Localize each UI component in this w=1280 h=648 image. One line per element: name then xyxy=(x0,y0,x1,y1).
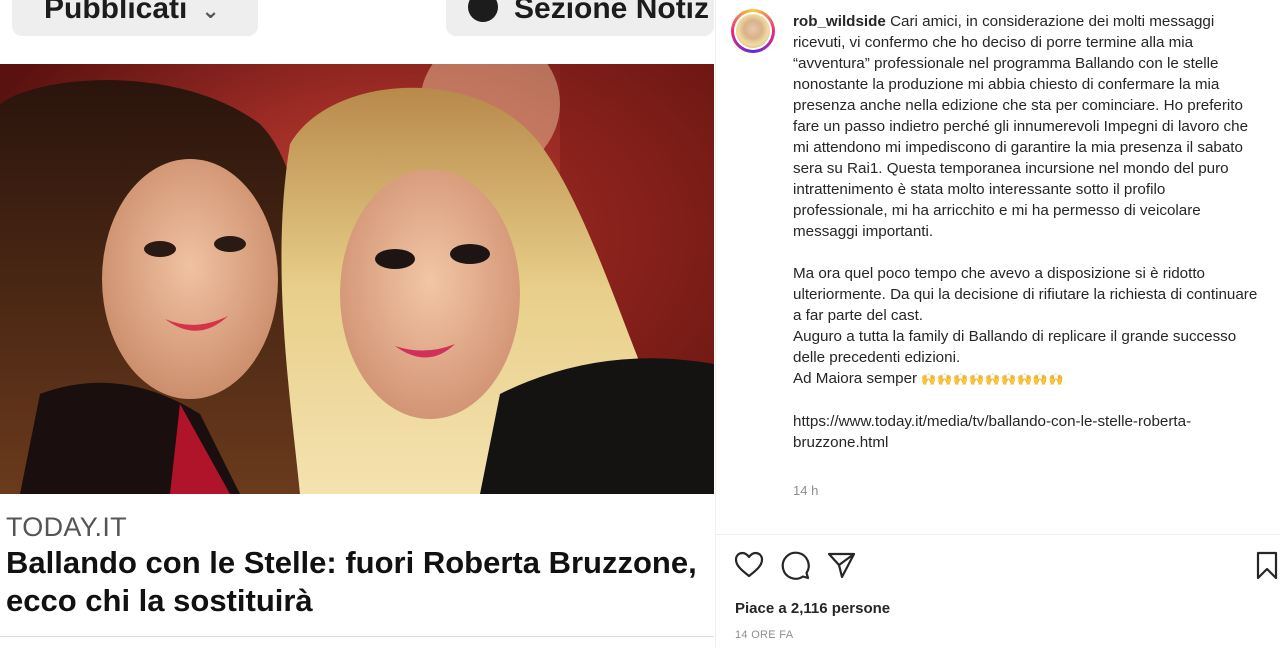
published-label: Pubblicati xyxy=(44,0,188,25)
username-link[interactable]: rob_wildside xyxy=(793,13,886,30)
heart-icon[interactable] xyxy=(732,548,766,582)
like-count[interactable]: Piace a 2,116 persone xyxy=(735,600,890,617)
avatar[interactable] xyxy=(731,9,775,53)
caption-paragraph-3: Auguro a tutta la family di Ballando di … xyxy=(793,328,1237,366)
news-section-label: Sezione Notiz xyxy=(514,0,710,25)
article-card[interactable]: Pubblicati ⌄ Sezione Notiz TODAY.IT Ball… xyxy=(0,0,714,648)
caption-text: Cari amici, in considerazione dei molti … xyxy=(793,13,1249,240)
post-caption: rob_wildside Cari amici, in considerazio… xyxy=(793,11,1263,453)
avatar-image xyxy=(736,14,770,48)
caption-paragraph-4: Ad Maiora semper xyxy=(793,370,918,387)
comment-bubble-icon[interactable] xyxy=(778,548,812,582)
paper-plane-icon[interactable] xyxy=(824,548,858,582)
raised-hands-emoji: 🙌🙌🙌🙌🙌🙌🙌🙌🙌 xyxy=(921,372,1065,386)
published-dropdown[interactable]: Pubblicati ⌄ xyxy=(12,0,258,36)
chevron-down-icon: ⌄ xyxy=(201,0,220,23)
article-source: TODAY.IT xyxy=(6,512,127,542)
article-photo[interactable] xyxy=(0,64,714,494)
instagram-post-panel: rob_wildside Cari amici, in considerazio… xyxy=(715,0,1280,648)
bookmark-icon[interactable] xyxy=(1250,548,1280,582)
caption-link[interactable]: https://www.today.it/media/tv/ballando-c… xyxy=(793,413,1191,451)
divider xyxy=(716,534,1280,535)
caption-paragraph-2: Ma ora quel poco tempo che avevo a dispo… xyxy=(793,265,1258,324)
post-timestamp: 14 ORE FA xyxy=(735,629,794,641)
post-actions xyxy=(716,548,1280,582)
divider xyxy=(0,636,714,637)
article-headline[interactable]: Ballando con le Stelle: fuori Roberta Br… xyxy=(6,544,712,620)
caption-time: 14 h xyxy=(793,483,819,498)
section-icon xyxy=(468,0,498,22)
news-section-button[interactable]: Sezione Notiz xyxy=(446,0,714,36)
